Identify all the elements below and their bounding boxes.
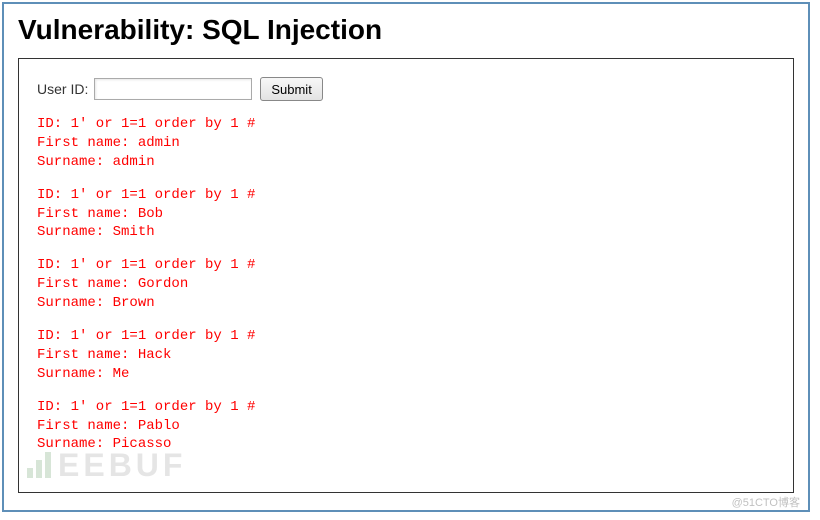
result-id-line: ID: 1' or 1=1 order by 1 # bbox=[37, 186, 777, 205]
footer-credit: @51CTO博客 bbox=[732, 494, 800, 510]
result-block: ID: 1' or 1=1 order by 1 #First name: Ha… bbox=[37, 327, 777, 384]
watermark-bars-icon bbox=[27, 449, 54, 486]
result-firstname-line: First name: Pablo bbox=[37, 417, 777, 436]
page-title: Vulnerability: SQL Injection bbox=[18, 14, 808, 46]
content-panel: User ID: Submit ID: 1' or 1=1 order by 1… bbox=[18, 58, 794, 493]
result-surname-line: Surname: Me bbox=[37, 365, 777, 384]
result-block: ID: 1' or 1=1 order by 1 #First name: Go… bbox=[37, 256, 777, 313]
result-block: ID: 1' or 1=1 order by 1 #First name: Pa… bbox=[37, 398, 777, 455]
result-firstname-line: First name: Bob bbox=[37, 205, 777, 224]
result-id-line: ID: 1' or 1=1 order by 1 # bbox=[37, 327, 777, 346]
user-id-form: User ID: Submit bbox=[37, 77, 777, 101]
result-surname-line: Surname: Picasso bbox=[37, 435, 777, 454]
result-firstname-line: First name: admin bbox=[37, 134, 777, 153]
result-block: ID: 1' or 1=1 order by 1 #First name: Bo… bbox=[37, 186, 777, 243]
result-id-line: ID: 1' or 1=1 order by 1 # bbox=[37, 398, 777, 417]
result-block: ID: 1' or 1=1 order by 1 #First name: ad… bbox=[37, 115, 777, 172]
app-frame: Vulnerability: SQL Injection User ID: Su… bbox=[2, 2, 810, 512]
result-surname-line: Surname: Brown bbox=[37, 294, 777, 313]
results-area: ID: 1' or 1=1 order by 1 #First name: ad… bbox=[37, 115, 777, 454]
submit-button[interactable]: Submit bbox=[260, 77, 322, 101]
result-surname-line: Surname: admin bbox=[37, 153, 777, 172]
result-id-line: ID: 1' or 1=1 order by 1 # bbox=[37, 115, 777, 134]
result-id-line: ID: 1' or 1=1 order by 1 # bbox=[37, 256, 777, 275]
result-surname-line: Surname: Smith bbox=[37, 223, 777, 242]
result-firstname-line: First name: Gordon bbox=[37, 275, 777, 294]
result-firstname-line: First name: Hack bbox=[37, 346, 777, 365]
user-id-input[interactable] bbox=[94, 78, 252, 100]
user-id-label: User ID: bbox=[37, 81, 88, 97]
